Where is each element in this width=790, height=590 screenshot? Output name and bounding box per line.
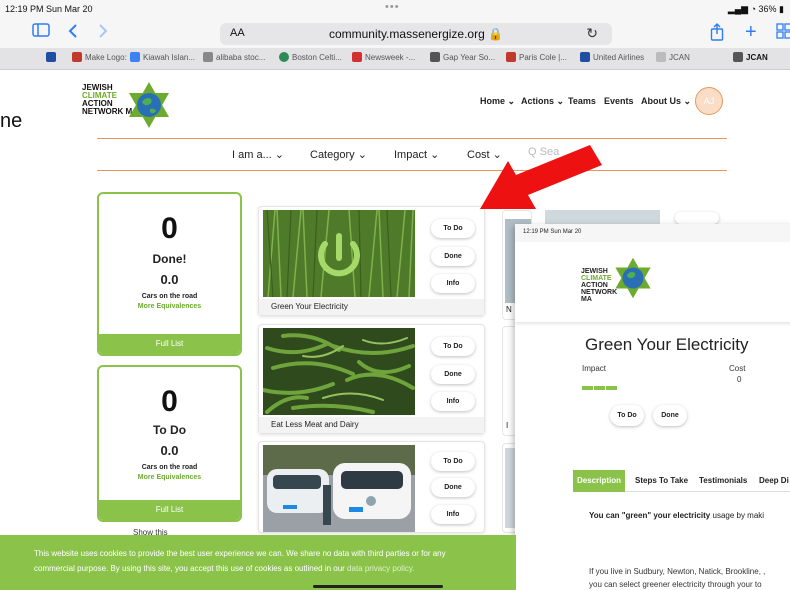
tab-description[interactable]: Description bbox=[573, 470, 626, 492]
favicon bbox=[72, 52, 82, 62]
avatar[interactable]: AJ bbox=[695, 87, 723, 115]
back-icon[interactable] bbox=[68, 23, 78, 44]
overlay-status-time: 12:19 PM Sun Mar 20 bbox=[515, 224, 790, 242]
reload-icon[interactable]: ↻ bbox=[586, 25, 598, 42]
divider bbox=[97, 138, 727, 139]
electric-cars-photo bbox=[263, 445, 415, 532]
tab[interactable]: Paris Cole |... bbox=[506, 52, 567, 62]
filter-i-am[interactable]: I am a... ⌄ bbox=[232, 148, 284, 161]
action-card-electric-vehicle[interactable]: To Do Done Info bbox=[258, 441, 485, 533]
tab[interactable]: Boston Celti... bbox=[279, 52, 342, 62]
multitask-dots[interactable]: ••• bbox=[385, 1, 400, 13]
todo-button[interactable]: To Do bbox=[431, 337, 475, 356]
status-bar: 12:19 PM Sun Mar 20 ••• ▂▄▆ ◔ 36% ▮ bbox=[0, 0, 790, 18]
nav-actions[interactable]: Actions ⌄ bbox=[521, 96, 564, 107]
cookie-text-line2: commercial purpose. By using this site, … bbox=[34, 564, 415, 573]
done-button[interactable]: Done bbox=[431, 247, 475, 266]
nav-teams[interactable]: Teams bbox=[568, 96, 596, 106]
done-unit: Cars on the road bbox=[141, 293, 198, 300]
tab[interactable]: Kiawah Islan... bbox=[130, 52, 195, 62]
home-indicator[interactable] bbox=[313, 585, 443, 588]
cookie-banner: This website uses cookies to provide the… bbox=[0, 535, 516, 590]
action-card-green-electricity[interactable]: To Do Done Info Green Your Electricity bbox=[258, 206, 485, 316]
action-detail-title: Green Your Electricity bbox=[585, 335, 749, 354]
filter-category[interactable]: Category ⌄ bbox=[310, 148, 367, 161]
stray-text: ne bbox=[0, 110, 23, 132]
more-equivalences-link[interactable]: More Equivalences bbox=[99, 303, 240, 310]
todo-button[interactable]: To Do bbox=[610, 405, 644, 426]
done-label: Done! bbox=[152, 252, 187, 266]
todo-count: 0 bbox=[161, 385, 178, 418]
site-logo[interactable]: JEWISH CLIMATE ACTION NETWORK MA bbox=[82, 82, 178, 128]
tab-testimonials[interactable]: Testimonials bbox=[695, 470, 751, 492]
tab[interactable]: Make Logo: bbox=[72, 52, 127, 62]
action-detail-overlay: 12:19 PM Sun Mar 20 JEWISH CLIMATE ACTIO… bbox=[515, 224, 790, 590]
plus-icon[interactable]: + bbox=[745, 22, 757, 42]
full-list-button[interactable]: Full List bbox=[99, 334, 240, 354]
more-equivalences-link[interactable]: More Equivalences bbox=[99, 474, 240, 481]
done-value: 0.0 bbox=[160, 272, 179, 287]
share-icon[interactable] bbox=[710, 23, 724, 46]
todo-label: To Do bbox=[152, 423, 187, 437]
done-count: 0 bbox=[161, 212, 178, 245]
done-button[interactable]: Done bbox=[431, 478, 475, 497]
todo-value: 0.0 bbox=[160, 443, 179, 458]
done-button[interactable]: Done bbox=[431, 365, 475, 384]
star-of-david-globe-icon bbox=[615, 257, 651, 299]
tab-bar: Make Logo: Kiawah Islan... alibaba stoc.… bbox=[0, 48, 790, 70]
description-paragraph: you can select greener electricity throu… bbox=[589, 580, 762, 589]
tab-active[interactable]: JCAN bbox=[733, 52, 768, 62]
todo-summary-card: 0 To Do 0.0 Cars on the road More Equiva… bbox=[97, 365, 242, 522]
filter-impact[interactable]: Impact ⌄ bbox=[394, 148, 439, 161]
browser-toolbar: AA community.massenergize.org 🔒 ↻ + bbox=[0, 18, 790, 48]
green-beans-photo bbox=[263, 328, 415, 415]
tab[interactable]: alibaba stoc... bbox=[203, 52, 265, 62]
battery-percent: 36% bbox=[758, 4, 777, 14]
divider bbox=[97, 170, 727, 171]
nav-home[interactable]: Home ⌄ bbox=[480, 96, 515, 107]
nav-about[interactable]: About Us ⌄ bbox=[641, 96, 691, 107]
tab[interactable]: United Airlines bbox=[580, 52, 644, 62]
tabs-overview-icon[interactable] bbox=[776, 23, 790, 44]
impact-label: Impact bbox=[582, 364, 607, 373]
action-title[interactable]: Eat Less Meat and Dairy bbox=[259, 417, 484, 433]
status-time: 12:19 PM Sun Mar 20 bbox=[5, 4, 93, 14]
tab-deep-dive[interactable]: Deep Di bbox=[755, 470, 790, 492]
info-button[interactable]: Info bbox=[431, 505, 475, 524]
sidebar-icon[interactable] bbox=[32, 23, 50, 42]
power-icon bbox=[263, 210, 415, 297]
overlay-header: JEWISH CLIMATE ACTION NETWORK MA bbox=[515, 242, 790, 322]
info-button[interactable]: Info bbox=[431, 274, 475, 293]
done-button[interactable]: Done bbox=[653, 405, 687, 426]
info-button[interactable]: Info bbox=[431, 392, 475, 411]
done-summary-card: 0 Done! 0.0 Cars on the road More Equiva… bbox=[97, 192, 242, 356]
impact-level-bars bbox=[582, 377, 618, 395]
forward-icon[interactable] bbox=[98, 23, 108, 44]
full-list-button[interactable]: Full List bbox=[99, 500, 240, 520]
action-card-eat-less-meat[interactable]: To Do Done Info Eat Less Meat and Dairy bbox=[258, 324, 485, 434]
red-arrow-annotation bbox=[480, 145, 602, 209]
cost-label: Cost bbox=[729, 364, 746, 373]
todo-button[interactable] bbox=[675, 212, 719, 224]
action-title[interactable]: Green Your Electricity bbox=[259, 299, 484, 315]
tab[interactable]: Gap Year So... bbox=[430, 52, 495, 62]
tab-steps[interactable]: Steps To Take bbox=[631, 470, 692, 492]
cookie-text-line1: This website uses cookies to provide the… bbox=[34, 549, 446, 558]
detail-tabs: Description Steps To Take Testimonials D… bbox=[573, 470, 790, 492]
cost-value: 0 bbox=[737, 375, 742, 384]
description-paragraph: If you live in Sudbury, Newton, Natick, … bbox=[589, 567, 766, 576]
description-lead: You can "green" your electricity usage b… bbox=[589, 511, 765, 520]
todo-button[interactable]: To Do bbox=[431, 219, 475, 238]
tab[interactable]: JCAN bbox=[656, 52, 690, 62]
nav-events[interactable]: Events bbox=[604, 96, 634, 106]
todo-unit: Cars on the road bbox=[141, 464, 198, 471]
todo-button[interactable]: To Do bbox=[431, 452, 475, 471]
url-text[interactable]: community.massenergize.org 🔒 bbox=[220, 27, 612, 41]
privacy-policy-link[interactable]: data privacy policy. bbox=[347, 564, 414, 573]
tab[interactable]: Newsweek -... bbox=[352, 52, 415, 62]
battery-indicator: ▂▄▆ ◔ 36% ▮ bbox=[727, 4, 784, 14]
tab-pinned[interactable] bbox=[46, 52, 59, 62]
address-bar[interactable]: AA community.massenergize.org 🔒 ↻ bbox=[220, 23, 612, 45]
star-of-david-globe-icon bbox=[129, 82, 169, 128]
